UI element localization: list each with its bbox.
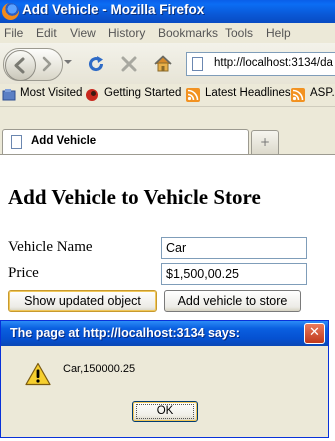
- menu-help[interactable]: Help: [266, 26, 291, 40]
- page-title: Add Vehicle to Vehicle Store: [8, 185, 261, 209]
- bookmark-getting-started[interactable]: Getting Started: [104, 87, 181, 99]
- menu-bar: File Edit View History Bookmarks Tools H…: [0, 23, 335, 43]
- rss-feed-icon: [186, 88, 200, 102]
- url-text[interactable]: http://localhost:3134/da: [214, 57, 333, 69]
- price-label: Price: [8, 265, 39, 281]
- history-dropdown-icon[interactable]: [64, 58, 72, 66]
- new-tab-icon: +: [259, 135, 271, 149]
- menu-tools[interactable]: Tools: [225, 26, 253, 40]
- ok-label: OK: [135, 404, 195, 419]
- vehicle-name-input[interactable]: [161, 237, 307, 259]
- show-updated-object-button[interactable]: Show updated object: [8, 290, 157, 312]
- close-button[interactable]: ✕: [304, 323, 325, 344]
- reload-icon[interactable]: [86, 54, 106, 74]
- rss-feed-icon: [291, 88, 305, 102]
- home-icon[interactable]: [152, 53, 174, 75]
- menu-view[interactable]: View: [70, 26, 96, 40]
- window-title: Add Vehicle - Mozilla Firefox: [22, 2, 205, 17]
- ok-button[interactable]: OK: [132, 401, 198, 422]
- menu-bookmarks[interactable]: Bookmarks: [158, 26, 218, 40]
- stop-icon[interactable]: [119, 54, 139, 74]
- back-arrow-icon: [14, 57, 25, 74]
- add-vehicle-button[interactable]: Add vehicle to store: [164, 290, 301, 312]
- navigation-toolbar: http://localhost:3134/da: [0, 43, 335, 84]
- page-icon: [11, 135, 22, 149]
- bookmarks-toolbar: Most Visited Getting Started Latest Head…: [0, 84, 335, 107]
- page-icon: [192, 57, 203, 71]
- menu-history[interactable]: History: [108, 26, 145, 40]
- url-bar[interactable]: http://localhost:3134/da: [186, 52, 335, 76]
- new-tab-button[interactable]: +: [251, 130, 279, 154]
- vehicle-name-label: Vehicle Name: [8, 239, 93, 255]
- menu-edit[interactable]: Edit: [36, 26, 57, 40]
- tab-add-vehicle[interactable]: Add Vehicle: [2, 129, 249, 155]
- bookmark-asp[interactable]: ASP.: [310, 87, 335, 99]
- forward-arrow-icon: [42, 56, 52, 72]
- alert-message: Car,150000.25: [63, 363, 136, 375]
- bookmarks-folder-icon: [2, 89, 16, 101]
- bookmark-most-visited[interactable]: Most Visited: [20, 87, 82, 99]
- menu-file[interactable]: File: [4, 26, 23, 40]
- tab-strip: Add Vehicle +: [0, 107, 335, 155]
- forward-button[interactable]: [36, 53, 58, 75]
- warning-icon: [25, 362, 51, 386]
- alert-dialog: The page at http://localhost:3134 says: …: [0, 320, 329, 438]
- bookmark-latest-headlines[interactable]: Latest Headlines: [205, 87, 291, 99]
- alert-titlebar: The page at http://localhost:3134 says: …: [1, 321, 328, 346]
- price-input[interactable]: [161, 263, 307, 285]
- window-titlebar: Add Vehicle - Mozilla Firefox: [0, 0, 335, 23]
- firefox-getting-started-icon: [86, 89, 98, 101]
- close-icon: ✕: [309, 325, 320, 340]
- alert-title: The page at http://localhost:3134 says:: [10, 326, 240, 340]
- firefox-icon: [2, 3, 19, 20]
- back-button[interactable]: [5, 50, 36, 81]
- tab-label: Add Vehicle: [31, 135, 97, 147]
